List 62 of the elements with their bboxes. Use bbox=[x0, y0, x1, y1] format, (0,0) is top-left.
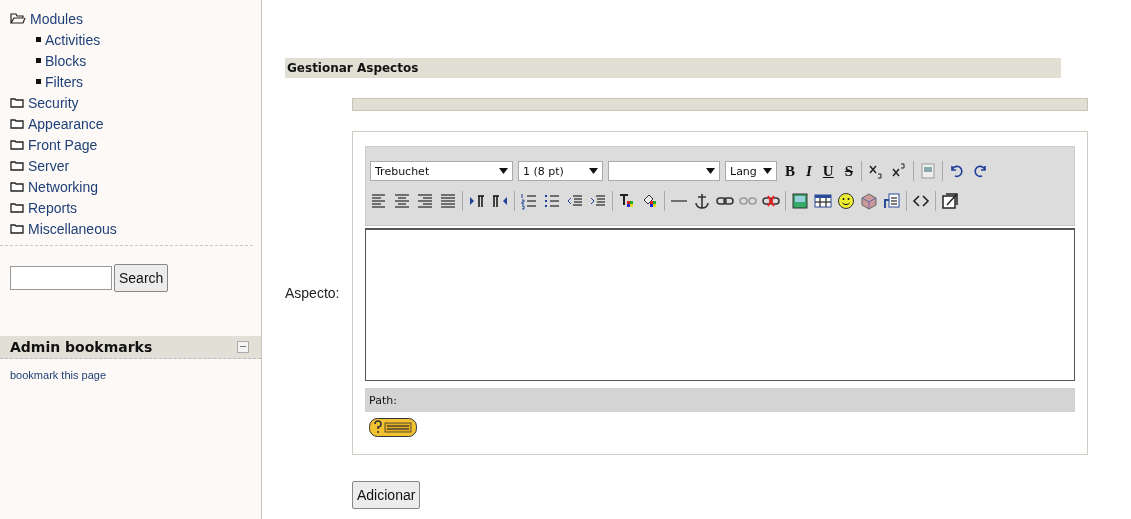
format-button[interactable]: U bbox=[819, 162, 837, 180]
folder-icon bbox=[10, 97, 24, 108]
special-character-icon[interactable] bbox=[860, 192, 878, 210]
bullet-icon bbox=[36, 58, 41, 63]
text-color-icon[interactable] bbox=[618, 192, 636, 210]
format-button[interactable]: I bbox=[803, 162, 815, 180]
numbered-list-icon[interactable] bbox=[520, 192, 538, 210]
align-left-icon[interactable] bbox=[370, 192, 388, 210]
bookmark-link[interactable]: bookmark this page bbox=[0, 359, 261, 381]
language-select[interactable]: Lang bbox=[725, 161, 777, 181]
caret-icon bbox=[763, 168, 772, 174]
tree-item[interactable]: Security bbox=[28, 94, 79, 111]
section-title: Gestionar Aspectos bbox=[287, 61, 419, 75]
justify-icon[interactable] bbox=[439, 192, 457, 210]
field-label: Aspecto: bbox=[285, 285, 341, 301]
collapse-button[interactable] bbox=[237, 341, 249, 353]
open-folder-icon bbox=[10, 13, 26, 24]
anchor-icon[interactable] bbox=[693, 192, 711, 210]
search-field[interactable] bbox=[10, 266, 112, 290]
tree-item[interactable]: Miscellaneous bbox=[28, 220, 117, 237]
tree-item[interactable]: Blocks bbox=[45, 52, 87, 69]
add-button[interactable]: Adicionar bbox=[352, 481, 421, 509]
paste-icon[interactable] bbox=[883, 192, 901, 210]
help-keyboard-icon[interactable] bbox=[369, 418, 417, 437]
search-button[interactable]: Search bbox=[114, 264, 169, 292]
bullet-icon bbox=[36, 37, 41, 42]
bullet-icon bbox=[36, 79, 41, 84]
format-button[interactable]: S bbox=[841, 162, 857, 180]
path-label: Path: bbox=[369, 393, 397, 407]
folder-icon bbox=[10, 181, 24, 192]
align-center-icon[interactable] bbox=[393, 192, 411, 210]
tree-item[interactable]: Front Page bbox=[28, 136, 98, 153]
paragraph-icon[interactable] bbox=[491, 192, 509, 210]
tree-item[interactable]: Modules bbox=[30, 10, 83, 27]
tree-item[interactable]: Appearance bbox=[28, 115, 104, 132]
tree-item[interactable]: Activities bbox=[45, 31, 101, 48]
tree-item[interactable]: Networking bbox=[28, 178, 99, 195]
paragraph-icon[interactable] bbox=[468, 192, 486, 210]
block-title: Admin bookmarks bbox=[10, 339, 153, 355]
table-icon[interactable] bbox=[814, 192, 832, 210]
size-select[interactable]: 1 (8 pt) bbox=[518, 161, 603, 181]
font-select[interactable]: Trebuchet bbox=[370, 161, 513, 181]
caret-icon bbox=[589, 168, 598, 174]
folder-icon bbox=[10, 118, 24, 129]
fill-color-icon[interactable] bbox=[641, 192, 659, 210]
text-area[interactable] bbox=[365, 228, 1075, 381]
image-icon[interactable] bbox=[791, 192, 809, 210]
folder-icon bbox=[10, 202, 24, 213]
folder-icon bbox=[10, 139, 24, 150]
smiley-icon[interactable] bbox=[837, 192, 855, 210]
tree-item[interactable]: Filters bbox=[45, 73, 84, 90]
fullscreen-icon[interactable] bbox=[941, 192, 959, 210]
tree-item[interactable]: Server bbox=[28, 157, 70, 174]
folder-icon bbox=[10, 160, 24, 171]
align-right-icon[interactable] bbox=[416, 192, 434, 210]
bullet-list-icon[interactable] bbox=[543, 192, 561, 210]
folder-icon bbox=[10, 223, 24, 234]
caret-icon bbox=[706, 168, 715, 174]
tree-item[interactable]: Reports bbox=[28, 199, 78, 216]
minus-icon bbox=[240, 346, 246, 348]
caret-icon bbox=[499, 168, 508, 174]
format-button[interactable]: B bbox=[782, 162, 798, 180]
